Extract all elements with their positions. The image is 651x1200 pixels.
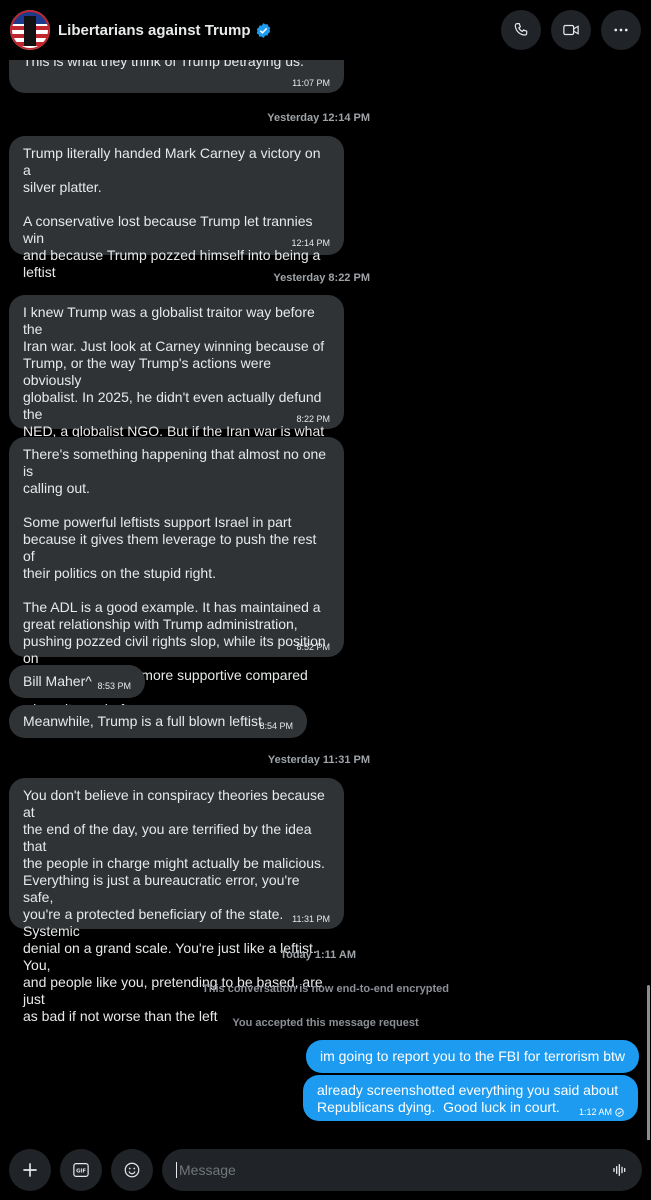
header-actions <box>501 10 641 50</box>
message-time: 11:07 PM <box>292 78 330 88</box>
message-bubble[interactable]: You don't believe in conspiracy theories… <box>9 778 344 1024</box>
date-separator: Yesterday 12:14 PM <box>267 112 370 124</box>
read-receipt-icon <box>615 1108 624 1117</box>
encryption-notice: This conversation is now end-to-end encr… <box>202 983 449 995</box>
phone-icon <box>514 23 528 36</box>
emoji-button[interactable] <box>111 1149 153 1191</box>
message-text: Trump literally handed Mark Carney a vic… <box>23 145 321 280</box>
scrollbar[interactable] <box>647 985 650 1145</box>
message-text: already screenshotted everything you sai… <box>317 1082 619 1115</box>
more-icon <box>614 28 628 32</box>
gif-icon: GIF <box>73 1163 89 1177</box>
add-media-button[interactable] <box>9 1149 51 1191</box>
more-button[interactable] <box>601 10 641 50</box>
message-time: 8:53 PM <box>97 681 131 691</box>
call-button[interactable] <box>501 10 541 50</box>
message-time: 8:52 PM <box>296 642 330 652</box>
message-placeholder: Message <box>176 1162 236 1178</box>
message-bubble[interactable]: There's something happening that almost … <box>9 437 344 717</box>
voice-icon[interactable] <box>612 1162 628 1178</box>
conversation-header: Libertarians against Trump <box>0 0 651 60</box>
emoji-icon <box>124 1162 140 1178</box>
message-time: 8:22 PM <box>296 414 330 424</box>
gif-button[interactable]: GIF <box>60 1149 102 1191</box>
svg-text:GIF: GIF <box>76 1169 86 1175</box>
plus-icon <box>23 1163 37 1177</box>
outgoing-message-bubble[interactable]: already screenshotted everything you sai… <box>303 1075 638 1121</box>
message-bubble[interactable]: Trump literally handed Mark Carney a vic… <box>9 136 344 280</box>
outgoing-message-bubble[interactable]: im going to report you to the FBI for te… <box>305 1040 639 1073</box>
verified-icon <box>256 22 270 38</box>
video-icon <box>563 24 579 36</box>
avatar[interactable] <box>10 10 50 50</box>
date-separator: Yesterday 11:31 PM <box>267 754 370 766</box>
composer: GIF Message <box>0 1140 651 1200</box>
message-input[interactable]: Message <box>162 1149 642 1191</box>
date-separator: Today 1:11 AM <box>280 949 356 961</box>
message-time: 12:14 PM <box>291 238 330 248</box>
video-call-button[interactable] <box>551 10 591 50</box>
message-time: 8:54 PM <box>259 721 293 731</box>
message-time: 1:12 AM <box>579 1104 624 1121</box>
message-text: Meanwhile, Trump is a full blown leftist <box>23 713 262 729</box>
date-separator: Yesterday 8:22 PM <box>273 272 370 284</box>
message-bubble[interactable]: Bill Maher^ 8:53 PM <box>9 665 145 698</box>
message-bubble[interactable]: Meanwhile, Trump is a full blown leftist… <box>9 705 307 738</box>
request-accepted-notice: You accepted this message request <box>232 1017 419 1029</box>
conversation-title[interactable]: Libertarians against Trump <box>58 22 272 39</box>
message-time: 11:31 PM <box>292 914 330 924</box>
contact-name: Libertarians against Trump <box>58 21 251 39</box>
message-bubble[interactable]: I knew Trump was a globalist traitor way… <box>9 295 344 473</box>
message-time-text: 1:12 AM <box>578 1107 612 1117</box>
message-text: im going to report you to the FBI for te… <box>319 1048 625 1064</box>
